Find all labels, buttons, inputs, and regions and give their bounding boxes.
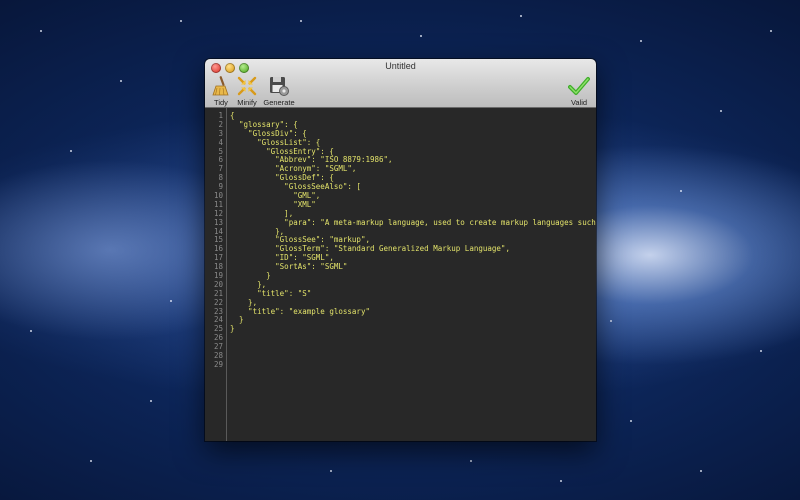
code-line[interactable]: }	[230, 271, 596, 281]
checkmark-icon	[568, 77, 590, 95]
code-line[interactable]	[230, 352, 596, 361]
minify-label: Minify	[237, 98, 257, 107]
code-line[interactable]: "title": "S"	[230, 289, 596, 299]
broom-icon	[212, 76, 229, 96]
compress-arrows-icon	[237, 76, 257, 96]
code-line[interactable]: "title": "example glossary"	[230, 307, 596, 317]
window-title: Untitled	[385, 61, 416, 71]
code-text-area[interactable]: { "glossary": { "GlossDiv": { "GlossList…	[230, 108, 596, 441]
generate-button[interactable]: Generate	[263, 75, 295, 107]
code-line[interactable]: }	[230, 324, 596, 334]
code-line[interactable]: }	[230, 316, 596, 325]
generate-label: Generate	[263, 98, 295, 107]
code-line[interactable]	[230, 343, 596, 352]
code-line[interactable]	[230, 334, 596, 343]
code-editor[interactable]: 1 2 3 4 5 6 7 8 9 10 11 12 13 14 15 16 17 18 19 20 21 22 23 24 2…	[205, 108, 596, 441]
app-window: Untitled Tidy Minify Generate Valid 1 2 …	[205, 59, 596, 441]
code-line[interactable]	[230, 361, 596, 370]
minify-button[interactable]: Minify	[236, 75, 258, 107]
valid-status-button[interactable]: Valid	[568, 75, 590, 107]
code-line[interactable]: "SortAs": "SGML"	[230, 262, 596, 272]
unified-toolbar: Untitled Tidy Minify Generate Valid	[205, 59, 596, 108]
tidy-label: Tidy	[214, 98, 228, 107]
tidy-button[interactable]: Tidy	[210, 75, 232, 107]
line-number: 29	[213, 359, 223, 369]
code-line[interactable]: "para": "A meta-markup language, used to…	[230, 218, 596, 228]
line-number-gutter: 1 2 3 4 5 6 7 8 9 10 11 12 13 14 15 16 17 18 19 20 21 22 23 24 2…	[205, 108, 227, 441]
line-number-list: 1 2 3 4 5 6 7 8 9 10 11 12 13 14 15 16 17 18 19 20 21 22 23 24 2…	[205, 108, 226, 370]
valid-label: Valid	[570, 98, 588, 107]
floppy-gear-icon	[270, 77, 289, 96]
